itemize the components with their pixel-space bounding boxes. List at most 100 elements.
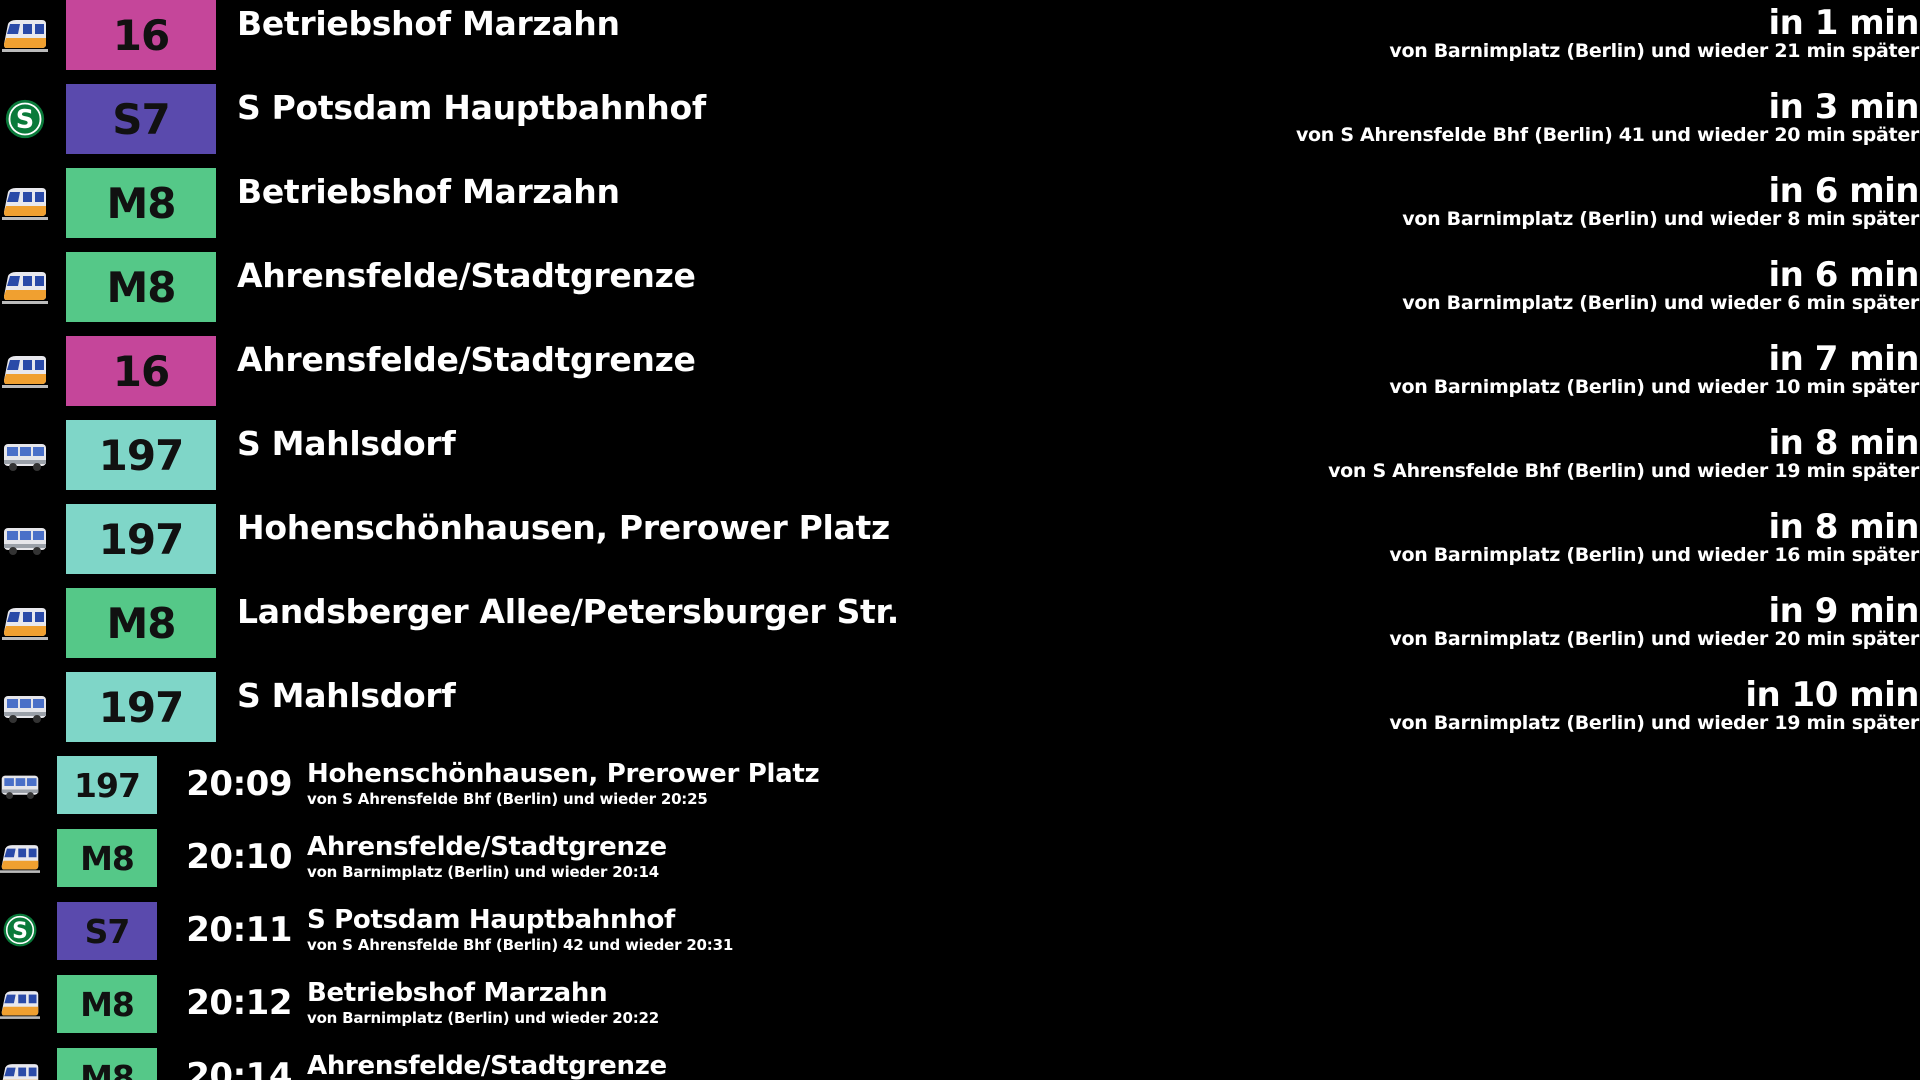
route-detail: von Barnimplatz (Berlin) und wieder 10 m…: [1389, 376, 1919, 398]
eta: in 8 min: [1768, 507, 1920, 547]
line-number: M8: [106, 262, 176, 312]
departure-row: S S7 S Potsdam Hauptbahnhof in 3 min von…: [0, 84, 1920, 154]
destination: Ahrensfelde/Stadtgrenze: [307, 1051, 667, 1080]
later-departure-row: 197 20:09 Hohenschönhausen, Prerower Pla…: [0, 756, 1920, 814]
tram-icon: [0, 1062, 40, 1080]
svg-text:S: S: [16, 105, 34, 135]
route-detail: von Barnimplatz (Berlin) und wieder 20:1…: [307, 863, 659, 881]
destination: Ahrensfelde/Stadtgrenze: [237, 256, 696, 295]
line-badge: 16: [66, 0, 216, 70]
destination: Hohenschönhausen, Prerower Platz: [237, 508, 890, 547]
destination: Landsberger Allee/Petersburger Str.: [237, 592, 900, 631]
line-badge: S7: [66, 84, 216, 154]
bus-icon: [2, 522, 48, 558]
line-number: 197: [98, 682, 185, 732]
tram-icon: [2, 354, 48, 390]
line-number: M8: [80, 984, 135, 1024]
bus-icon: [0, 770, 40, 802]
line-number: 16: [112, 346, 170, 396]
route-detail: von Barnimplatz (Berlin) und wieder 21 m…: [1389, 40, 1919, 62]
departure-time: 20:14: [186, 1056, 292, 1080]
later-departure-row: M8 20:12 Betriebshof Marzahn von Barnimp…: [0, 975, 1920, 1033]
route-detail: von S Ahrensfelde Bhf (Berlin) und wiede…: [1328, 460, 1919, 482]
line-number: 197: [98, 514, 185, 564]
svg-text:S: S: [12, 919, 28, 944]
line-badge: M8: [66, 588, 216, 658]
destination: S Potsdam Hauptbahnhof: [237, 88, 706, 127]
line-badge: 16: [66, 336, 216, 406]
route-detail: von S Ahrensfelde Bhf (Berlin) 41 und wi…: [1295, 124, 1919, 146]
later-departure-row: M8 20:14 Ahrensfelde/Stadtgrenze: [0, 1048, 1920, 1080]
later-departure-row: S S7 20:11 S Potsdam Hauptbahnhof von S …: [0, 902, 1920, 960]
route-detail: von Barnimplatz (Berlin) und wieder 16 m…: [1389, 544, 1919, 566]
bus-icon: [2, 438, 48, 474]
departure-row: 16 Betriebshof Marzahn in 1 min von Barn…: [0, 0, 1920, 70]
line-badge: 197: [66, 504, 216, 574]
line-badge: 197: [66, 672, 216, 742]
destination: S Potsdam Hauptbahnhof: [307, 905, 676, 935]
eta: in 3 min: [1768, 87, 1920, 127]
eta: in 6 min: [1768, 255, 1920, 295]
line-number: M8: [106, 598, 176, 648]
departure-row: 197 Hohenschönhausen, Prerower Platz in …: [0, 504, 1920, 574]
destination: Hohenschönhausen, Prerower Platz: [307, 759, 820, 789]
line-number: S7: [112, 94, 170, 144]
bus-icon: [2, 690, 48, 726]
s-bahn-icon: S: [0, 912, 40, 948]
line-badge: 197: [66, 420, 216, 490]
destination: Betriebshof Marzahn: [237, 4, 620, 43]
tram-icon: [2, 18, 48, 54]
departure-time: 20:12: [186, 983, 292, 1023]
tram-icon: [2, 270, 48, 306]
destination: Betriebshof Marzahn: [307, 978, 608, 1008]
line-badge: M8: [57, 829, 157, 887]
departure-row: 16 Ahrensfelde/Stadtgrenze in 7 min von …: [0, 336, 1920, 406]
departure-row: 197 S Mahlsdorf in 8 min von S Ahrensfel…: [0, 420, 1920, 490]
line-number: 197: [74, 765, 141, 805]
line-number: 197: [98, 430, 185, 480]
line-number: 16: [112, 10, 170, 60]
line-badge: M8: [57, 1048, 157, 1080]
departure-row: 197 S Mahlsdorf in 10 min von Barnimplat…: [0, 672, 1920, 742]
line-badge: S7: [57, 902, 157, 960]
line-number: M8: [106, 178, 176, 228]
line-badge: M8: [66, 252, 216, 322]
destination: Ahrensfelde/Stadtgrenze: [237, 340, 696, 379]
destination: Ahrensfelde/Stadtgrenze: [307, 832, 667, 862]
departure-time: 20:11: [186, 910, 292, 950]
eta: in 1 min: [1768, 3, 1920, 43]
departure-time: 20:10: [186, 837, 292, 877]
line-number: S7: [84, 911, 131, 951]
tram-icon: [2, 186, 48, 222]
eta: in 10 min: [1745, 675, 1919, 715]
route-detail: von Barnimplatz (Berlin) und wieder 8 mi…: [1402, 208, 1919, 230]
route-detail: von Barnimplatz (Berlin) und wieder 6 mi…: [1402, 292, 1919, 314]
departure-time: 20:09: [186, 764, 292, 804]
line-number: M8: [80, 838, 135, 878]
eta: in 8 min: [1768, 423, 1920, 463]
route-detail: von Barnimplatz (Berlin) und wieder 20 m…: [1389, 628, 1919, 650]
tram-icon: [0, 843, 40, 875]
eta: in 9 min: [1768, 591, 1920, 631]
route-detail: von S Ahrensfelde Bhf (Berlin) und wiede…: [307, 790, 708, 808]
line-badge: M8: [57, 975, 157, 1033]
route-detail: von Barnimplatz (Berlin) und wieder 19 m…: [1389, 712, 1919, 734]
route-detail: von S Ahrensfelde Bhf (Berlin) 42 und wi…: [307, 936, 734, 954]
line-badge: 197: [57, 756, 157, 814]
departure-row: M8 Ahrensfelde/Stadtgrenze in 6 min von …: [0, 252, 1920, 322]
departure-board: 16 Betriebshof Marzahn in 1 min von Barn…: [0, 0, 1920, 1080]
destination: S Mahlsdorf: [237, 676, 456, 715]
route-detail: von Barnimplatz (Berlin) und wieder 20:2…: [307, 1009, 659, 1027]
destination: S Mahlsdorf: [237, 424, 456, 463]
line-badge: M8: [66, 168, 216, 238]
s-bahn-icon: S: [2, 98, 48, 140]
line-number: M8: [80, 1057, 135, 1080]
later-departure-row: M8 20:10 Ahrensfelde/Stadtgrenze von Bar…: [0, 829, 1920, 887]
destination: Betriebshof Marzahn: [237, 172, 620, 211]
tram-icon: [0, 989, 40, 1021]
departure-row: M8 Landsberger Allee/Petersburger Str. i…: [0, 588, 1920, 658]
departure-row: M8 Betriebshof Marzahn in 6 min von Barn…: [0, 168, 1920, 238]
eta: in 6 min: [1768, 171, 1920, 211]
eta: in 7 min: [1768, 339, 1920, 379]
tram-icon: [2, 606, 48, 642]
